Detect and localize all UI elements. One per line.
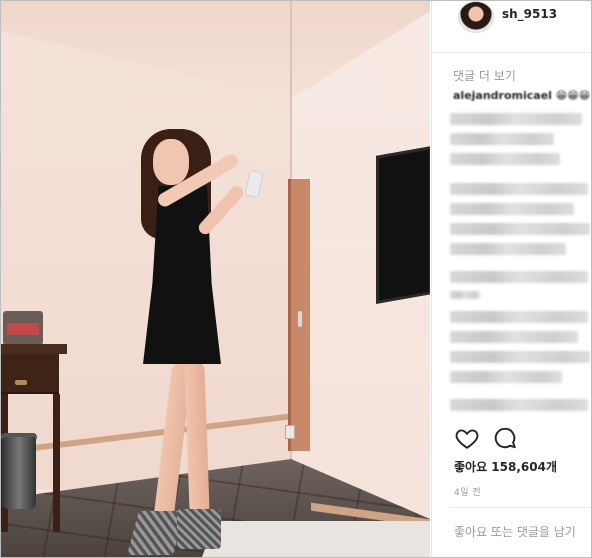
blurred-comment <box>450 243 566 255</box>
blurred-comment <box>450 133 554 145</box>
table-leg <box>53 394 60 532</box>
blurred-comment <box>450 399 588 411</box>
add-comment-input[interactable]: 좋아요 또는 댓글을 남기 <box>454 523 576 540</box>
divider <box>450 507 591 508</box>
username-link[interactable]: sh_9513 <box>502 7 557 21</box>
comment-icon[interactable] <box>492 425 518 451</box>
post-actions <box>432 423 591 453</box>
blurred-comment <box>450 291 480 299</box>
avatar[interactable] <box>458 1 494 33</box>
blurred-comment <box>450 331 578 343</box>
wall-tv <box>376 146 430 304</box>
post-sidebar: sh_9513 댓글 더 보기 alejandromicael 😁😁😁 좋아요 … <box>431 1 591 557</box>
table-items-red <box>7 323 39 335</box>
blurred-comment <box>450 183 588 195</box>
comment-username[interactable]: alejandromicael 😁😁😁 <box>453 89 590 102</box>
blurred-comment <box>450 153 560 165</box>
post-photo[interactable] <box>1 1 430 557</box>
wall-outlet <box>285 425 295 439</box>
blurred-comment <box>450 223 590 235</box>
person-shoe <box>177 509 221 549</box>
like-count[interactable]: 좋아요 158,604개 <box>454 458 557 475</box>
post-header: sh_9513 <box>432 1 591 53</box>
post-timestamp[interactable]: 4일 전 <box>454 485 481 498</box>
blurred-comment <box>450 271 588 283</box>
blurred-comment <box>450 311 588 323</box>
door-handle <box>298 311 302 327</box>
blurred-comment <box>450 113 582 125</box>
table-top <box>1 344 67 354</box>
table-drawer <box>1 354 59 394</box>
person-face <box>153 139 189 185</box>
blurred-comment <box>450 351 590 363</box>
blurred-comment <box>450 203 574 215</box>
floor-rug <box>196 521 430 557</box>
heart-icon[interactable] <box>454 425 480 451</box>
drawer-knob <box>15 380 27 385</box>
load-more-comments-link[interactable]: 댓글 더 보기 <box>453 67 516 84</box>
trash-bin <box>2 437 36 509</box>
blurred-comment <box>450 371 562 383</box>
